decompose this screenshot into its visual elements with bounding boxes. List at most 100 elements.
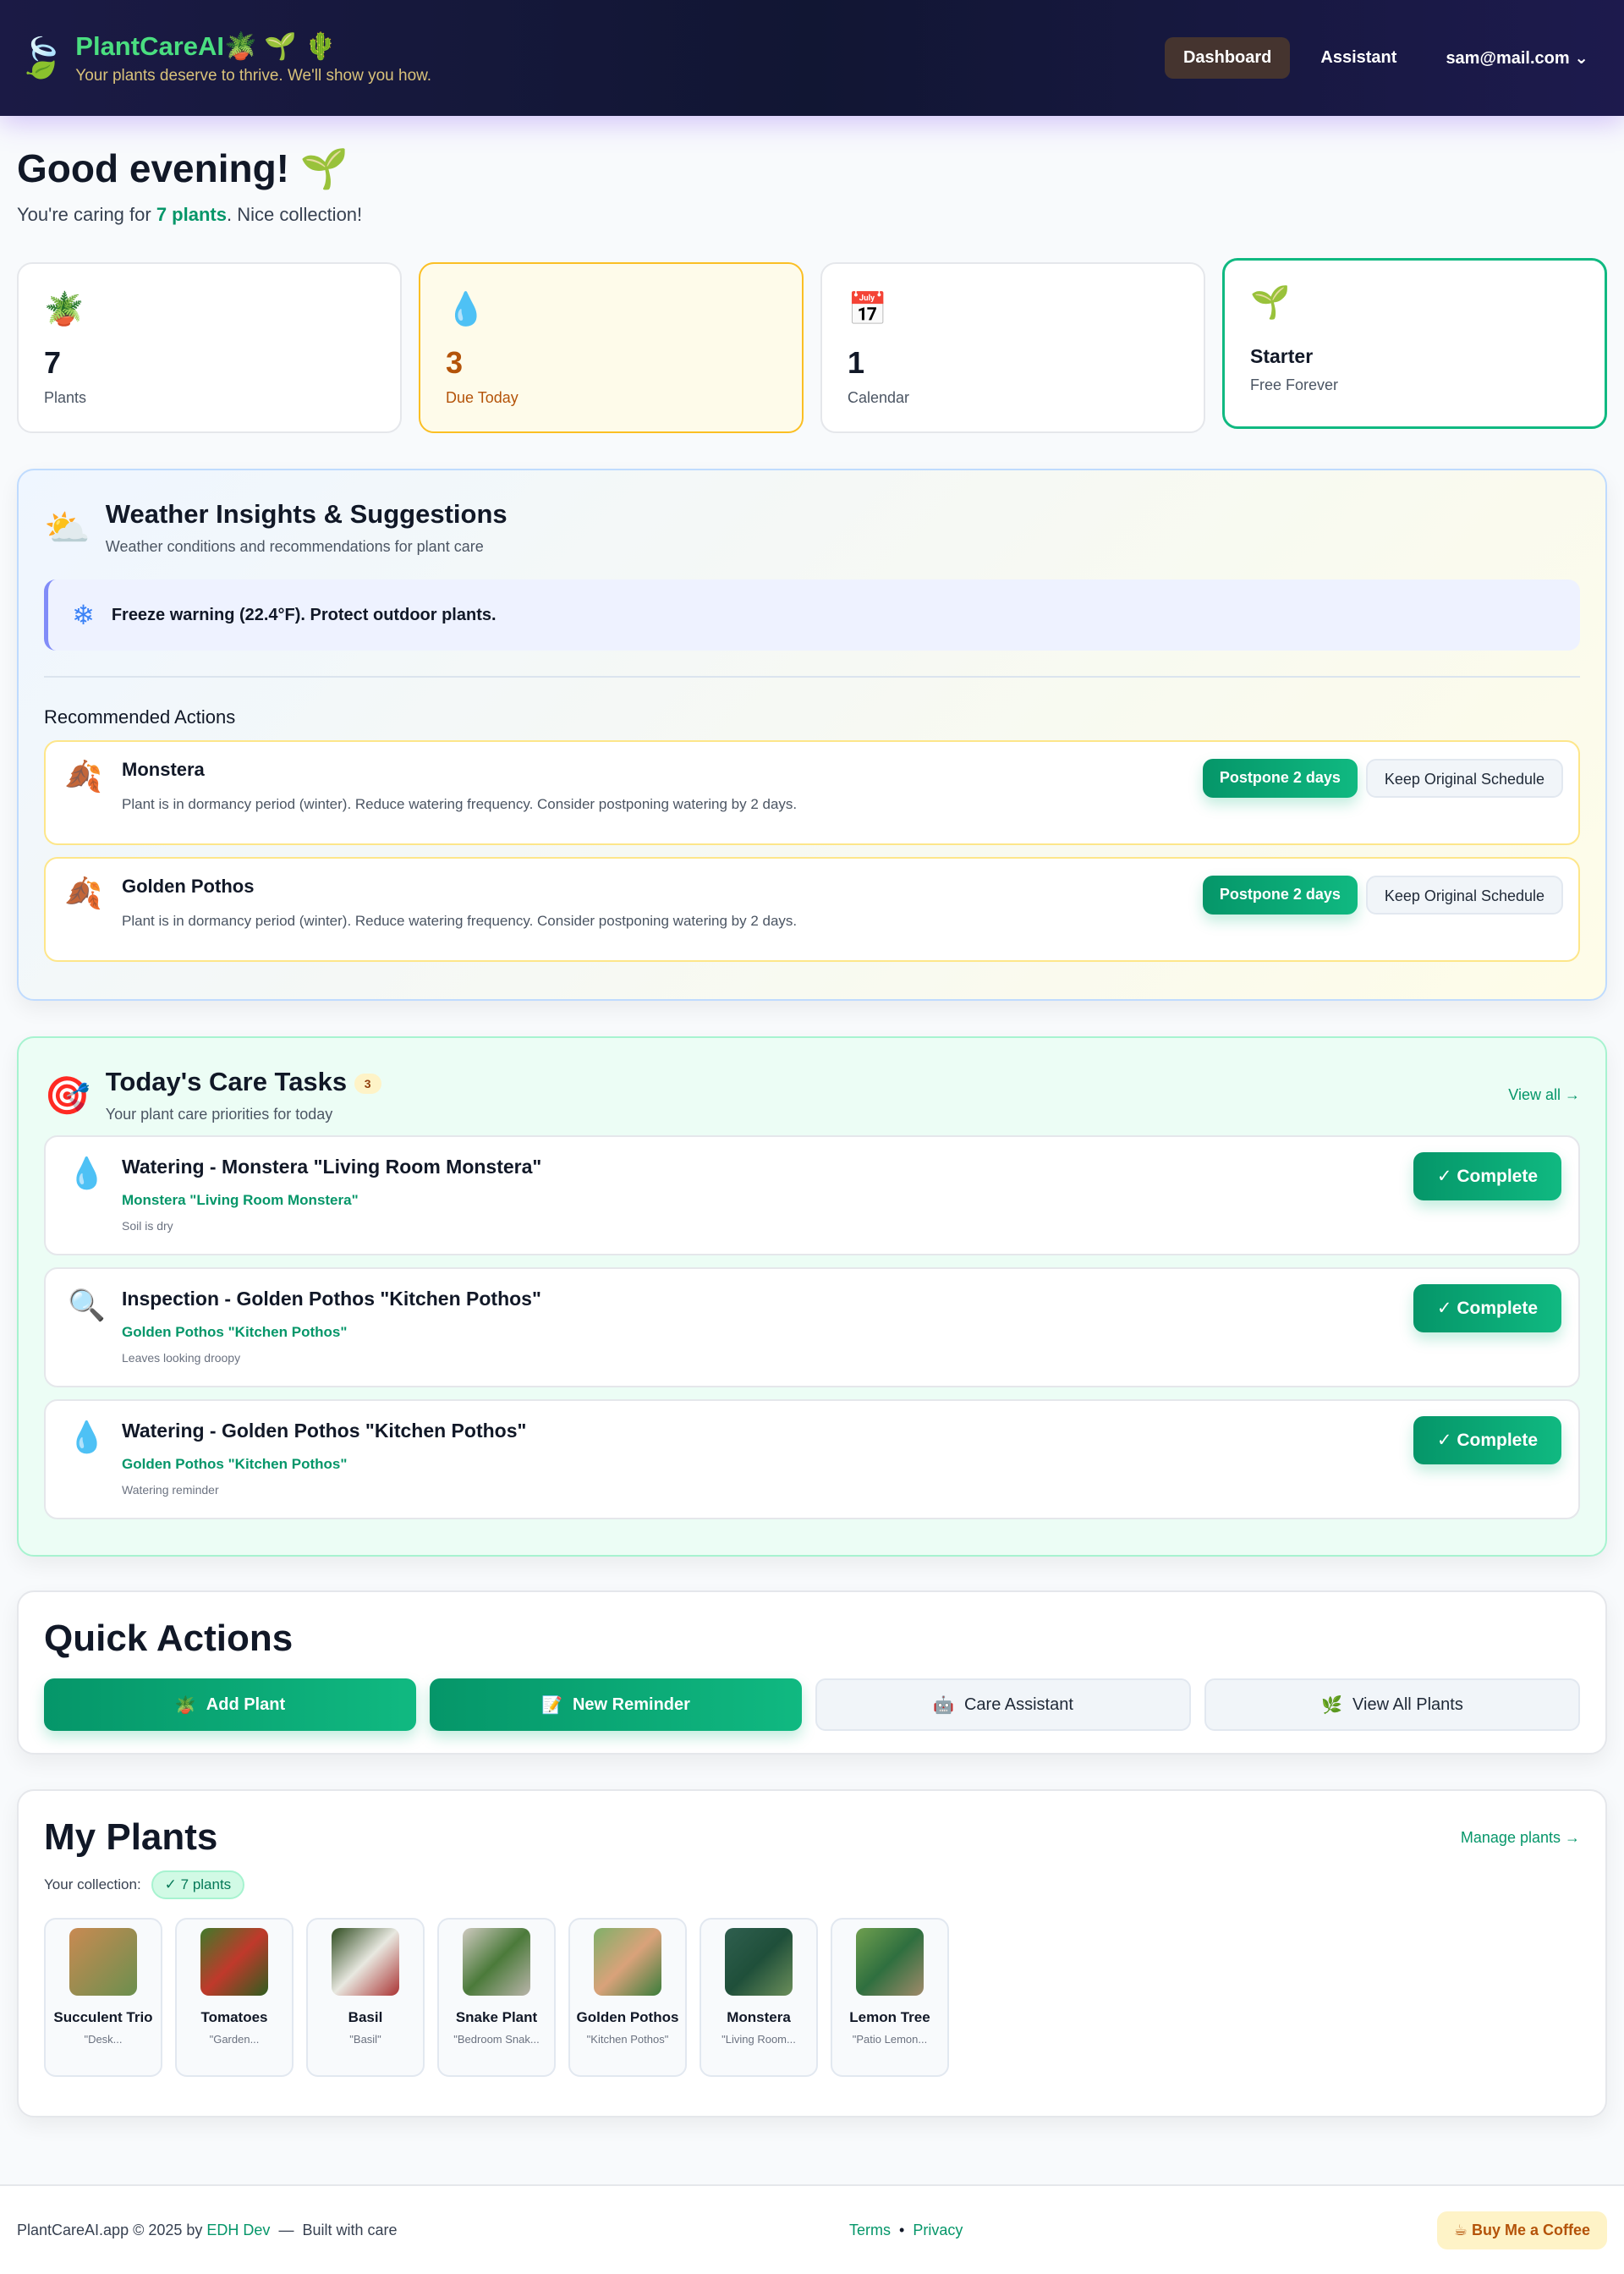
stat-plan[interactable]: 🌱StarterFree Forever (1222, 258, 1607, 429)
nav-dashboard[interactable]: Dashboard (1165, 37, 1290, 79)
coffee-label: Buy Me a Coffee (1472, 2222, 1590, 2238)
plant-photo (856, 1928, 924, 1996)
weather-title: Weather Insights & Suggestions (106, 499, 508, 530)
greeting-subtitle: You're caring for 7 plants. Nice collect… (17, 204, 362, 226)
copyright: PlantCareAI.app © 2025 by (17, 2222, 202, 2238)
plant-photo (463, 1928, 530, 1996)
task-item: 💧Watering - Monstera "Living Room Monste… (44, 1135, 1580, 1255)
plant-card[interactable]: Succulent Trio "Desk... (44, 1918, 162, 2077)
top-nav: 🍃 PlantCareAI🪴 🌱 🌵 Your plants deserve t… (0, 0, 1624, 116)
view-all-plants-button[interactable]: 🌿View All Plants (1204, 1678, 1580, 1731)
separator: — (278, 2222, 294, 2238)
manage-plants-link[interactable]: Manage plants → (1461, 1829, 1580, 1847)
task-item: 🔍 Inspection - Golden Pothos "Kitchen Pot… (44, 1267, 1580, 1387)
complete-button[interactable]: ✓ Complete (1413, 1416, 1561, 1464)
brand[interactable]: PlantCareAI🪴 🌱 🌵 Your plants deserve to … (75, 30, 431, 85)
complete-button[interactable]: ✓ Complete (1413, 1152, 1561, 1200)
greeting-text: Good evening! (17, 146, 289, 190)
task-item: 💧Watering - Golden Pothos "Kitchen Potho… (44, 1399, 1580, 1519)
tasks-title-text: Today's Care Tasks (106, 1067, 347, 1096)
plant-nickname: "Patio Lemon... (832, 2033, 947, 2046)
privacy-link[interactable]: Privacy (913, 2222, 963, 2238)
plant-card[interactable]: Tomatoes"Garden... (175, 1918, 294, 2077)
plant-card[interactable]: Monstera "Living Room... (700, 1918, 818, 2077)
chevron-down-icon: ⌄ (1574, 49, 1588, 68)
postpone-button[interactable]: Postpone 2 days (1203, 759, 1358, 798)
footer: PlantCareAI.app © 2025 by EDH Dev — Buil… (0, 2184, 1624, 2274)
plant-card[interactable]: Lemon Tree "Patio Lemon... (831, 1918, 949, 2077)
brand-plants-icon: 🪴 🌱 🌵 (224, 31, 337, 61)
keep-schedule-button[interactable]: Keep Original Schedule (1366, 759, 1563, 798)
plant-name: Monstera (701, 2008, 816, 2028)
page-title: Good evening! 🌱 (17, 146, 362, 192)
recommended-actions-title: Recommended Actions (44, 706, 1580, 728)
button-label: Add Plant (206, 1695, 285, 1715)
plant-nickname: "Living Room... (701, 2033, 816, 2046)
weather-card: ⛅Weather Insights & SuggestionsWeather c… (17, 469, 1607, 1001)
view-all-link[interactable]: View all → (1508, 1086, 1580, 1104)
plant-card[interactable]: Basil"Basil" (306, 1918, 425, 2077)
add-plant-button[interactable]: 🪴 Add Plant (44, 1678, 416, 1731)
leaf-logo-icon: 🍃 (17, 35, 65, 81)
rec-desc: Plant is in dormancy period (winter). Re… (122, 913, 1578, 930)
complete-button[interactable]: ✓ Complete (1413, 1284, 1561, 1332)
stat-value: 1 (848, 345, 1178, 381)
keep-schedule-button[interactable]: Keep Original Schedule (1366, 876, 1563, 915)
task-count-badge: 3 (354, 1074, 381, 1094)
plant-nickname: "Basil" (308, 2033, 423, 2046)
task-title: Watering - Golden Pothos "Kitchen Pothos… (122, 1420, 1578, 1442)
plant-nickname: "Desk... (46, 2033, 161, 2046)
user-menu[interactable]: sam@mail.com ⌄ (1427, 36, 1607, 80)
terms-link[interactable]: Terms (849, 2222, 891, 2238)
tasks-subtitle: Your plant care priorities for today (106, 1106, 381, 1123)
task-title: Inspection - Golden Pothos "Kitchen Poth… (122, 1288, 1578, 1310)
postpone-button[interactable]: Postpone 2 days (1203, 876, 1358, 915)
alert-text: Freeze warning (22.4°F). Protect outdoor… (112, 606, 497, 625)
plant-name: Lemon Tree (832, 2008, 947, 2028)
button-label: New Reminder (573, 1695, 690, 1715)
leaf-icon: 🍂 (64, 876, 102, 911)
stat-due-today[interactable]: 💧3Due Today (419, 262, 804, 433)
target-icon: 🎯 (44, 1074, 91, 1118)
task-note: Leaves looking droopy (122, 1351, 1578, 1365)
plant-name: Succulent Trio (46, 2008, 161, 2028)
collection-label: Your collection: (44, 1876, 141, 1893)
plant-name: Snake Plant (439, 2008, 554, 2028)
plant-photo (332, 1928, 399, 1996)
sun-cloud-icon: ⛅ (44, 506, 91, 550)
stat-plants[interactable]: 🪴 7 Plants (17, 262, 402, 433)
droplet-icon: 💧 (68, 1156, 106, 1191)
sub-pre: You're caring for (17, 204, 156, 225)
coffee-icon: ☕ (1454, 2222, 1468, 2238)
plant-count-badge: ✓ 7 plants (151, 1870, 245, 1899)
droplet-icon: 💧 (446, 291, 776, 333)
plant-card[interactable]: Golden Pothos"Kitchen Pothos" (568, 1918, 687, 2077)
tagline: Your plants deserve to thrive. We'll sho… (75, 67, 431, 85)
stat-value: 7 (44, 345, 375, 381)
nav-assistant[interactable]: Assistant (1302, 37, 1415, 79)
author-link[interactable]: EDH Dev (206, 2222, 270, 2238)
potted-plant-icon: 🪴 (44, 291, 375, 333)
plant-name: Tomatoes (177, 2008, 292, 2028)
button-label: View All Plants (1352, 1695, 1463, 1715)
robot-icon: 🤖 (933, 1695, 954, 1716)
task-note: Watering reminder (122, 1483, 1578, 1497)
plan-label: Free Forever (1250, 376, 1579, 394)
buy-coffee-button[interactable]: ☕ Buy Me a Coffee (1437, 2211, 1607, 2249)
new-reminder-button[interactable]: 📝New Reminder (430, 1678, 802, 1731)
magnifier-icon: 🔍 (68, 1288, 106, 1323)
task-plant-link[interactable]: Golden Pothos "Kitchen Pothos" (122, 1456, 1578, 1473)
potted-plant-icon: 🪴 (175, 1695, 196, 1716)
task-plant-link[interactable]: Monstera "Living Room Monstera" (122, 1192, 1578, 1209)
task-plant-link[interactable]: Golden Pothos "Kitchen Pothos" (122, 1324, 1578, 1341)
calendar-icon: 📅 (848, 291, 1178, 333)
stat-calendar[interactable]: 📅1Calendar (820, 262, 1205, 433)
care-assistant-button[interactable]: 🤖Care Assistant (815, 1678, 1191, 1731)
plant-card[interactable]: Snake Plant"Bedroom Snak... (437, 1918, 556, 2077)
my-plants-title: My Plants (44, 1816, 217, 1859)
user-email: sam@mail.com (1446, 49, 1569, 68)
stat-label: Plants (44, 389, 375, 407)
plant-nickname: "Kitchen Pothos" (570, 2033, 685, 2046)
plan-name: Starter (1250, 345, 1579, 368)
seedling-icon: 🌱 (300, 146, 348, 190)
